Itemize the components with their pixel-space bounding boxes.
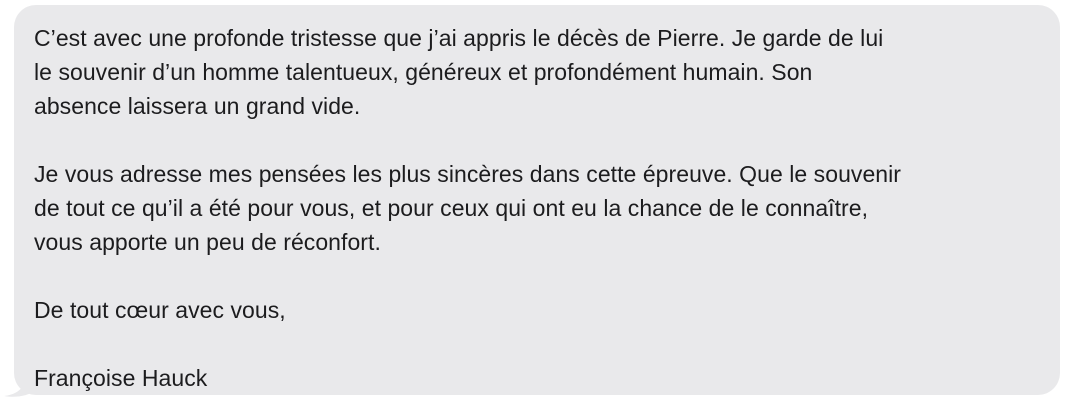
message-closing: De tout cœur avec vous, [34, 297, 286, 323]
message-paragraph-wishes: Je vous adresse mes pensées les plus sin… [34, 161, 902, 255]
received-message-bubble[interactable]: C’est avec une profonde tristesse que j’… [14, 5, 1060, 395]
message-thread: C’est avec une profonde tristesse que j’… [0, 0, 1074, 404]
message-paragraph-condolence: C’est avec une profonde tristesse que j’… [34, 25, 884, 119]
message-signature: Françoise Hauck [34, 365, 208, 391]
